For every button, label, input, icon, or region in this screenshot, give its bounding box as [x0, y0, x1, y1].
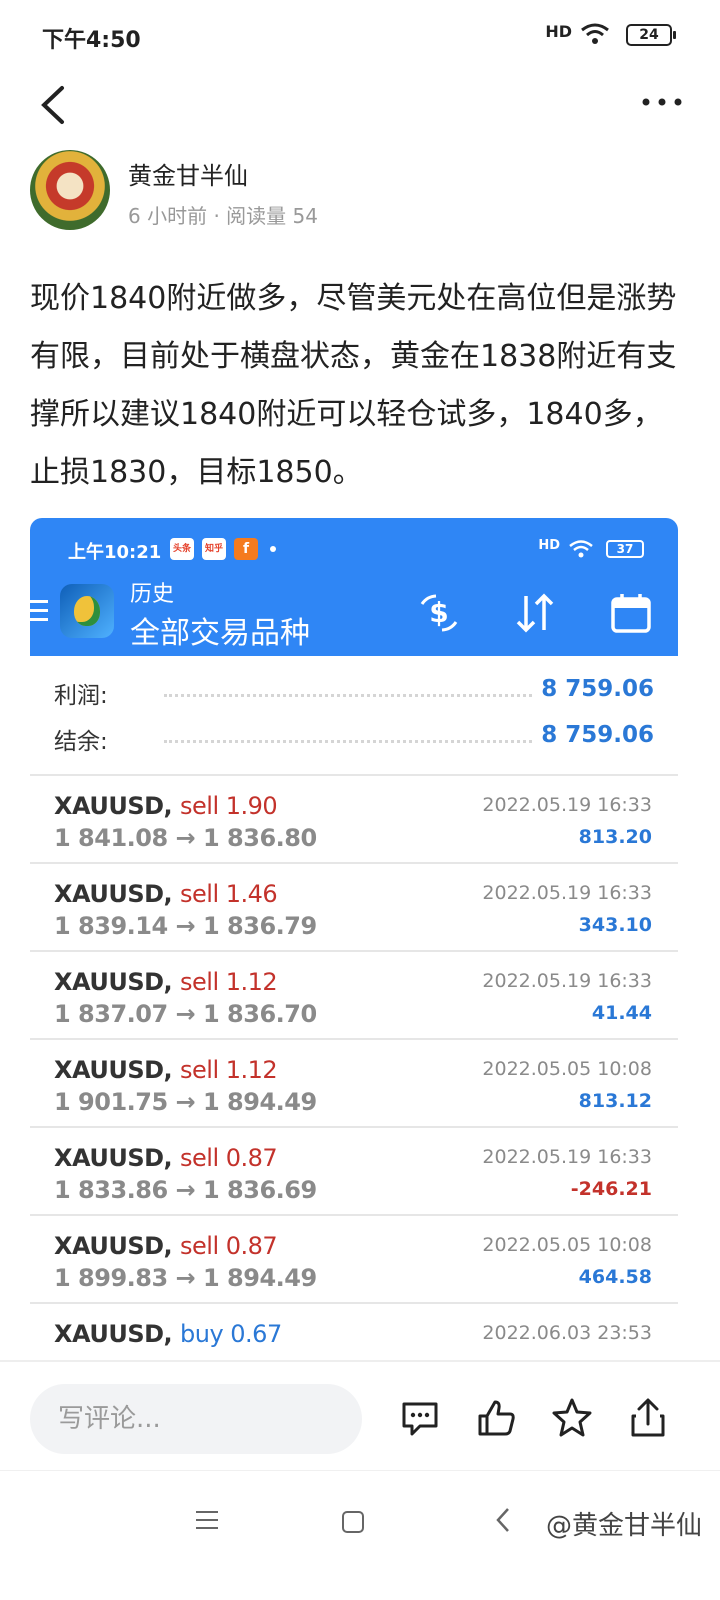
- trade-prices: 1 841.08 → 1 836.80: [54, 824, 317, 852]
- dotted-leader: [164, 694, 532, 697]
- trade-row[interactable]: XAUUSD, buy 0.67 2022.06.03 23:53: [30, 1304, 678, 1354]
- system-nav-bar: @黄金甘半仙: [0, 1470, 720, 1600]
- trade-row[interactable]: XAUUSD, sell 1.46 1 839.14 → 1 836.79 2022…: [30, 864, 678, 952]
- trade-side: sell 1.12: [180, 1056, 278, 1084]
- sort-icon: [516, 593, 554, 633]
- trade-side: sell 1.90: [180, 792, 278, 820]
- trade-date: 2022.05.19 16:33: [482, 794, 652, 816]
- trade-prices: 1 899.83 → 1 894.49: [54, 1264, 317, 1292]
- wifi-icon: [581, 23, 609, 44]
- comment-icon[interactable]: [398, 1396, 442, 1440]
- trade-row[interactable]: XAUUSD, sell 0.87 1 833.86 → 1 836.69 2022…: [30, 1128, 678, 1216]
- author-header: 黄金甘半仙 6 小时前 · 阅读量 54: [30, 150, 690, 234]
- more-horizontal-icon[interactable]: [638, 90, 686, 114]
- trade-symbol: XAUUSD, sell 1.46: [54, 880, 278, 908]
- trade-date: 2022.05.05 10:08: [482, 1234, 652, 1256]
- status-time: 下午4:50: [42, 28, 141, 53]
- avatar[interactable]: [30, 150, 110, 230]
- trade-profit: 41.44: [591, 1002, 652, 1024]
- watermark: @黄金甘半仙: [545, 1511, 702, 1541]
- trade-profit: 813.20: [578, 826, 652, 848]
- trade-row[interactable]: XAUUSD, sell 0.87 1 899.83 → 1 894.49 2022…: [30, 1216, 678, 1304]
- mt-title-symbols: 全部交易品种: [130, 616, 310, 651]
- trade-date: 2022.05.19 16:33: [482, 1146, 652, 1168]
- trade-date: 2022.05.05 10:08: [482, 1058, 652, 1080]
- symbol-name: XAUUSD,: [54, 1232, 173, 1260]
- trade-date: 2022.05.19 16:33: [482, 970, 652, 992]
- trade-row[interactable]: XAUUSD, sell 1.12 1 901.75 → 1 894.49 2022…: [30, 1040, 678, 1128]
- top-nav: [0, 70, 720, 140]
- metatrader-logo: [60, 584, 114, 638]
- dotted-leader: [164, 740, 532, 743]
- profit-row: 利润: 8 759.06: [54, 676, 654, 716]
- mt-title-history: 历史: [130, 582, 175, 607]
- dot-icon: [270, 546, 276, 552]
- symbol-name: XAUUSD,: [54, 1056, 173, 1084]
- calendar-icon: [611, 594, 651, 633]
- trade-side: sell 0.87: [180, 1144, 278, 1172]
- profit-value: 8 759.06: [541, 676, 654, 702]
- toutiao-icon: 头条: [170, 538, 194, 560]
- trade-side: sell 0.87: [180, 1232, 278, 1260]
- status-bar: 下午4:50 HD 24: [0, 0, 720, 70]
- zhihu-icon: 知乎: [202, 538, 226, 560]
- embedded-screenshot: 上午10:21 头条 知乎 f HD 37 历史 全部交易品种 $ 利润: 8 …: [30, 518, 678, 1354]
- recent-apps-icon[interactable]: [196, 1511, 218, 1535]
- trade-date: 2022.05.19 16:33: [482, 882, 652, 904]
- author-name[interactable]: 黄金甘半仙: [128, 156, 248, 191]
- trade-prices: 1 837.07 → 1 836.70: [54, 1000, 317, 1028]
- trade-symbol: XAUUSD, sell 1.90: [54, 792, 278, 820]
- trade-profit: 343.10: [578, 914, 652, 936]
- trade-prices: 1 901.75 → 1 894.49: [54, 1088, 317, 1116]
- trade-side: sell 1.12: [180, 968, 278, 996]
- home-icon[interactable]: [342, 1511, 364, 1533]
- balance-label: 结余:: [54, 729, 108, 755]
- trade-prices: 1 833.86 → 1 836.69: [54, 1176, 317, 1204]
- trade-row[interactable]: XAUUSD, sell 1.12 1 837.07 → 1 836.70 2022…: [30, 952, 678, 1040]
- symbol-name: XAUUSD,: [54, 792, 173, 820]
- trade-side: sell 1.46: [180, 880, 278, 908]
- trade-profit: 464.58: [578, 1266, 652, 1288]
- like-icon[interactable]: [474, 1396, 518, 1440]
- mt-header: 上午10:21 头条 知乎 f HD 37 历史 全部交易品种 $: [30, 518, 678, 656]
- mt-notification-badges: 头条 知乎 f: [170, 538, 276, 560]
- trade-symbol: XAUUSD, sell 1.12: [54, 1056, 278, 1084]
- trade-side: buy 0.67: [180, 1320, 282, 1348]
- post-meta: 6 小时前 · 阅读量 54: [128, 204, 318, 228]
- balance-value: 8 759.06: [541, 722, 654, 748]
- trade-row[interactable]: XAUUSD, sell 1.90 1 841.08 → 1 836.80 2022…: [30, 776, 678, 864]
- mt-signal-icon: HD: [538, 538, 560, 553]
- hamburger-menu-icon: [30, 600, 48, 622]
- comment-bar: 写评论...: [0, 1360, 720, 1470]
- app-f-icon: f: [234, 538, 258, 560]
- battery-icon: 24: [626, 24, 676, 46]
- trade-symbol: XAUUSD, sell 0.87: [54, 1144, 278, 1172]
- symbol-name: XAUUSD,: [54, 1320, 173, 1348]
- share-icon[interactable]: [626, 1396, 670, 1440]
- mt-status-time: 上午10:21: [68, 542, 162, 563]
- svg-text:$: $: [429, 596, 448, 629]
- currency-exchange-icon: $: [420, 594, 458, 632]
- trade-profit: 813.12: [578, 1090, 652, 1112]
- symbol-name: XAUUSD,: [54, 968, 173, 996]
- star-icon[interactable]: [550, 1396, 594, 1440]
- trade-date: 2022.06.03 23:53: [482, 1322, 652, 1344]
- signal-icon: HD: [545, 22, 572, 41]
- balance-row: 结余: 8 759.06: [54, 722, 654, 762]
- back-icon[interactable]: [494, 1505, 512, 1535]
- mt-battery-icon: 37: [606, 540, 644, 558]
- profit-label: 利润:: [54, 683, 108, 709]
- trade-prices: 1 839.14 → 1 836.79: [54, 912, 317, 940]
- comment-input[interactable]: 写评论...: [30, 1384, 362, 1454]
- trade-symbol: XAUUSD, sell 1.12: [54, 968, 278, 996]
- post-text: 现价1840附近做多，尽管美元处在高位但是涨势有限，目前处于横盘状态，黄金在18…: [30, 281, 677, 490]
- trade-symbol: XAUUSD, buy 0.67: [54, 1320, 282, 1348]
- trade-symbol: XAUUSD, sell 0.87: [54, 1232, 278, 1260]
- symbol-name: XAUUSD,: [54, 1144, 173, 1172]
- account-summary: 利润: 8 759.06 结余: 8 759.06: [30, 656, 678, 776]
- trade-profit: -246.21: [570, 1178, 652, 1200]
- symbol-name: XAUUSD,: [54, 880, 173, 908]
- mt-wifi-icon: [569, 540, 593, 558]
- chevron-left-icon[interactable]: [34, 82, 74, 128]
